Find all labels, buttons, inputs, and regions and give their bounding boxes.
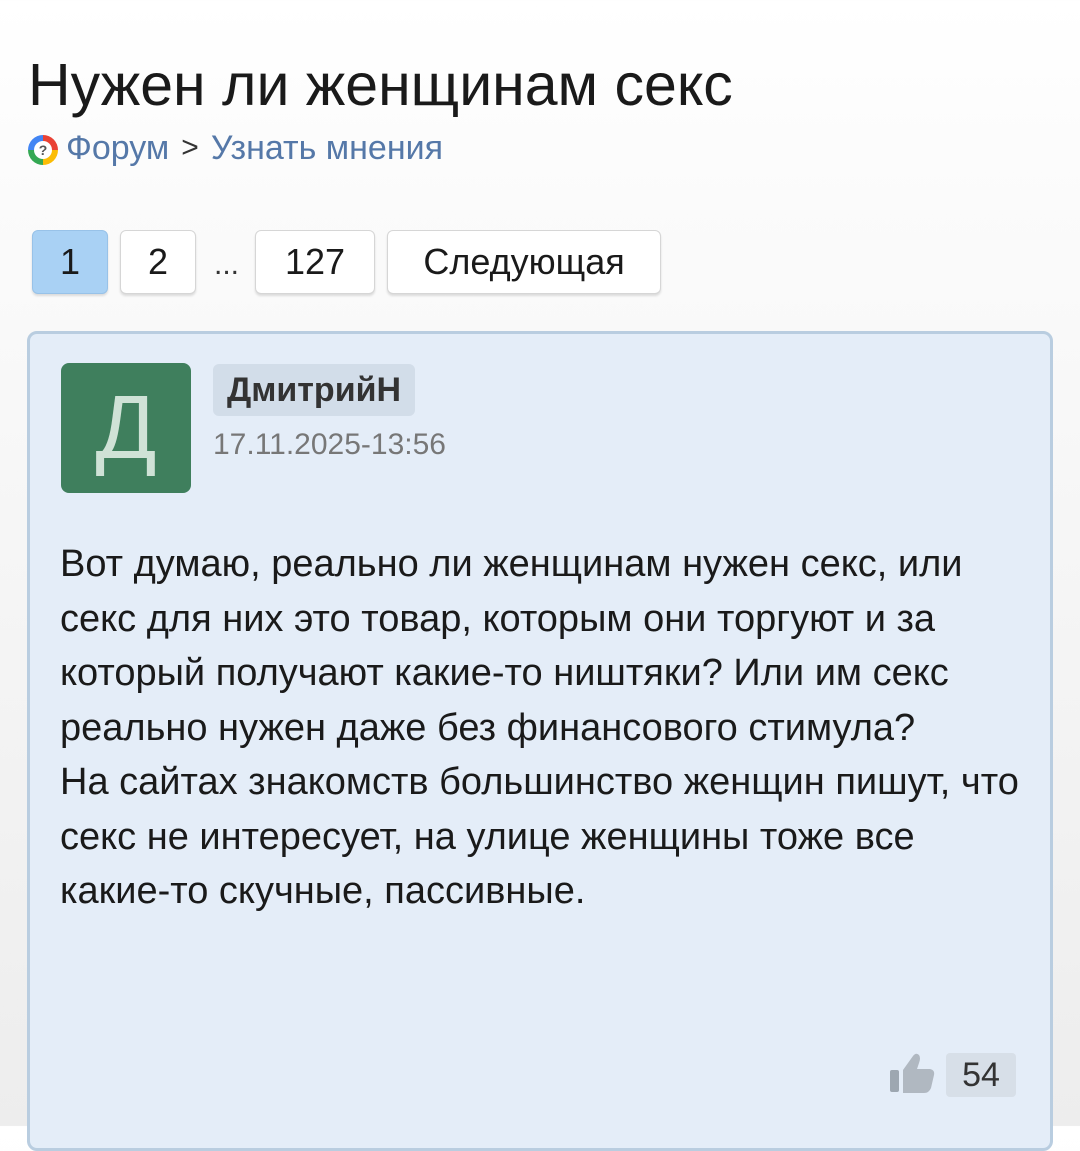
post-date: 17.11.2025-13:56 [213,428,446,461]
page-button-1[interactable]: 1 [32,230,108,294]
author-name[interactable]: ДмитрийН [213,364,416,416]
avatar-letter: Д [95,378,157,478]
page-button-last[interactable]: 127 [255,230,376,294]
next-page-button[interactable]: Следующая [387,230,662,294]
page-button-2[interactable]: 2 [120,230,196,294]
pagination: 1 2 ... 127 Следующая [32,230,673,294]
breadcrumb: ? Форум > Узнать мнения [28,126,443,170]
breadcrumb-forum-link[interactable]: Форум [66,129,169,168]
forum-question-icon: ? [28,135,58,165]
thumbs-up-icon[interactable] [888,1050,936,1094]
page-title: Нужен ли женщинам секс [28,52,733,118]
post-text: Вот думаю, реально ли женщинам нужен сек… [60,543,1019,912]
breadcrumb-section-link[interactable]: Узнать мнения [211,129,443,168]
pagination-ellipsis: ... [214,248,240,281]
like-count: 54 [946,1053,1016,1097]
avatar[interactable]: Д [61,363,191,493]
post-card: Д ДмитрийН 17.11.2025-13:56 Вот думаю, р… [27,331,1053,1151]
breadcrumb-separator: > [181,131,199,164]
